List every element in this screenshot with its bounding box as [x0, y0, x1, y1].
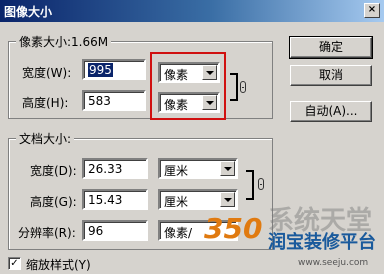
constrain-bracket — [230, 73, 238, 101]
chevron-down-icon — [220, 161, 235, 176]
resolution-label: 分辨率(R): — [18, 226, 76, 240]
title-bar: 图像大小 × — [0, 0, 384, 22]
doc-height-label: 高度(G): — [30, 195, 77, 209]
document-size-title: 文档大小: — [16, 130, 75, 147]
chevron-down-icon — [220, 192, 235, 207]
pixel-dimensions-title: 像素大小:1.66M — [16, 33, 112, 50]
red-highlight-box — [150, 52, 226, 120]
cancel-button[interactable]: 取消 — [290, 65, 372, 86]
chain-link-icon — [258, 178, 264, 190]
close-button[interactable]: × — [364, 3, 380, 18]
pixel-width-label: 宽度(W): — [22, 66, 72, 80]
doc-height-unit-select[interactable]: 厘米 — [158, 189, 238, 210]
window-title: 图像大小 — [4, 5, 53, 19]
ok-button[interactable]: 确定 — [289, 36, 373, 59]
pixel-height-input[interactable]: 583 — [82, 90, 146, 111]
doc-height-input[interactable]: 15.43 — [82, 189, 148, 210]
pixel-height-label: 高度(H): — [22, 96, 69, 110]
auto-button[interactable]: 自动(A)... — [290, 101, 372, 122]
close-icon: × — [367, 4, 377, 15]
scale-styles-checkbox[interactable]: ✓ — [8, 257, 21, 270]
doc-width-label: 宽度(D): — [30, 164, 77, 178]
doc-constrain-bracket — [246, 170, 254, 200]
pixel-width-input[interactable]: 995 — [82, 59, 146, 80]
scale-styles-label: 缩放样式(Y) — [26, 258, 91, 272]
doc-width-input[interactable]: 26.33 — [82, 158, 148, 179]
watermark-url: www.seeju.com — [298, 258, 369, 268]
watermark-logo: 350 — [204, 212, 263, 245]
resolution-input[interactable]: 96 — [82, 220, 148, 241]
chain-link-icon — [240, 81, 246, 93]
watermark-subtitle: 润宝装修平台 — [268, 232, 376, 253]
doc-width-unit-select[interactable]: 厘米 — [158, 158, 238, 179]
